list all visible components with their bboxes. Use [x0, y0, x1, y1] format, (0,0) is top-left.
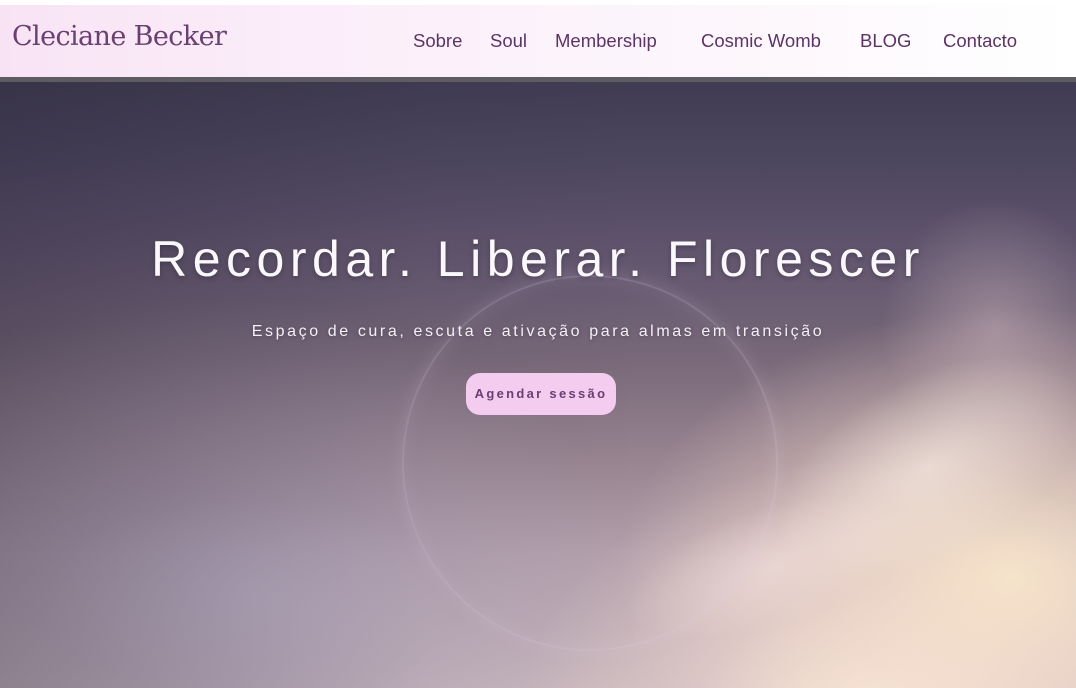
hero-subtitle: Espaço de cura, escuta e ativação para a…: [251, 323, 825, 340]
site-logo[interactable]: Cleciane Becker: [12, 21, 227, 52]
header-divider: [0, 77, 1076, 82]
page: Cleciane Becker Sobre Soul Membership Co…: [0, 0, 1076, 688]
nav-link-sobre[interactable]: Sobre: [413, 30, 462, 52]
nav-link-contacto[interactable]: Contacto: [943, 30, 1017, 52]
hero-section: Recordar. Liberar. Florescer Espaço de c…: [0, 77, 1076, 688]
nav-link-soul[interactable]: Soul: [490, 30, 527, 52]
book-session-button[interactable]: Agendar sessão: [466, 373, 616, 415]
hero-title: Recordar. Liberar. Florescer: [151, 231, 925, 287]
nav-link-membership[interactable]: Membership: [555, 30, 657, 52]
nav-link-blog[interactable]: BLOG: [860, 30, 911, 52]
site-header: Cleciane Becker Sobre Soul Membership Co…: [0, 5, 1076, 77]
nav-link-cosmic-womb[interactable]: Cosmic Womb: [701, 30, 821, 52]
